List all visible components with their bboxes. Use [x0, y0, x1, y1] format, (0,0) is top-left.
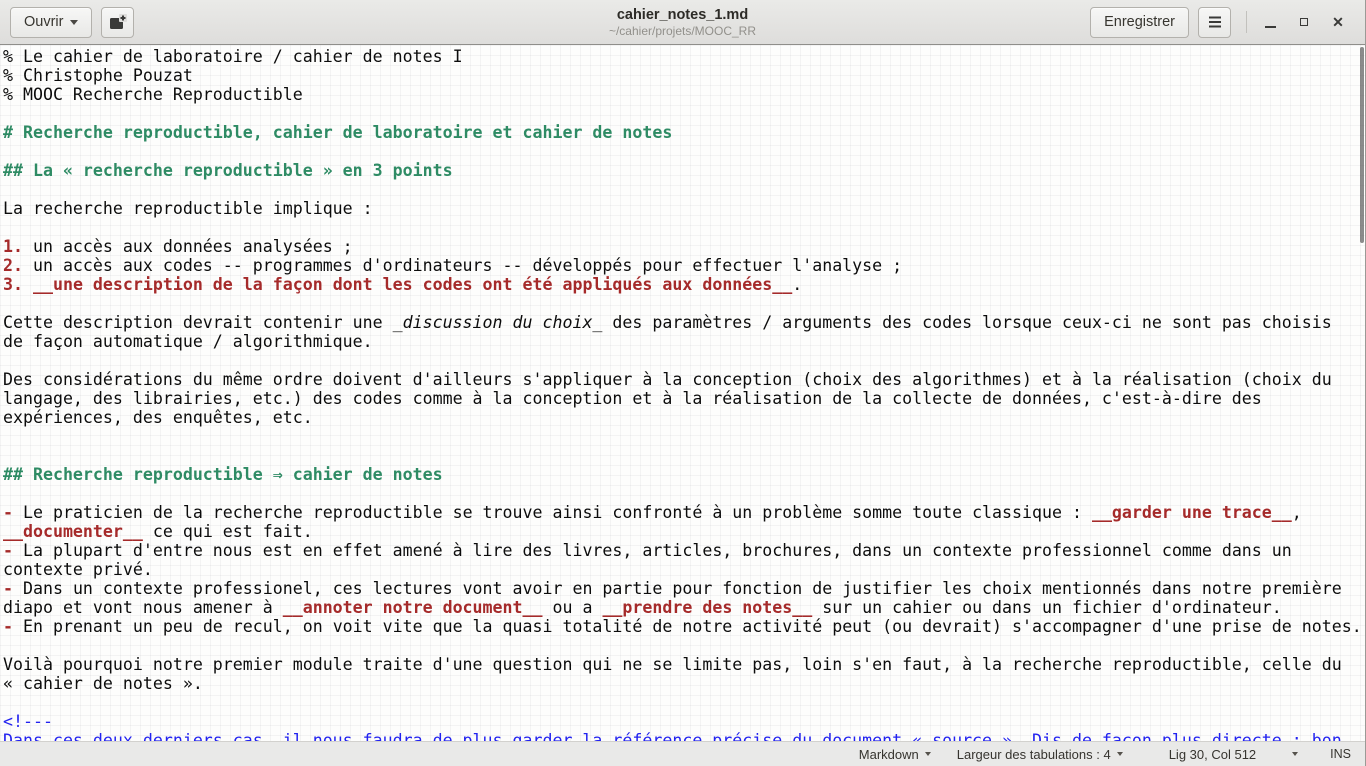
text-editor-area[interactable]: % Le cahier de laboratoire / cahier de n… — [0, 45, 1365, 741]
minimize-icon — [1265, 26, 1276, 28]
editor-line[interactable]: - La plupart d'entre nous est en effet a… — [3, 541, 1365, 560]
editor-line[interactable] — [3, 218, 1365, 237]
insert-mode-label: INS — [1330, 747, 1351, 761]
editor-line[interactable]: % MOOC Recherche Reproductible — [3, 85, 1365, 104]
tab-width-selector[interactable]: Largeur des tabulations : 4 — [957, 747, 1123, 762]
editor-line[interactable] — [3, 142, 1365, 161]
headerbar-separator — [1246, 11, 1247, 33]
editor-line[interactable]: Dans ces deux derniers cas, il nous faud… — [3, 731, 1365, 741]
editor-line[interactable]: % Le cahier de laboratoire / cahier de n… — [3, 47, 1365, 66]
close-icon: ✕ — [1332, 15, 1344, 29]
editor-line[interactable]: La recherche reproductible implique : — [3, 199, 1365, 218]
editor-line[interactable]: 3. __une description de la façon dont le… — [3, 275, 1365, 294]
editor-line[interactable]: % Christophe Pouzat — [3, 66, 1365, 85]
maximize-icon — [1300, 18, 1308, 26]
editor-line[interactable]: ## Recherche reproductible ⇒ cahier de n… — [3, 465, 1365, 484]
editor-line[interactable]: - Dans un contexte professionel, ces lec… — [3, 579, 1365, 598]
editor-line[interactable] — [3, 104, 1365, 123]
cursor-position-label: Lig 30, Col 512 — [1169, 747, 1256, 762]
file-path-subtitle: ~/cahier/projets/MOOC_RR — [609, 24, 756, 38]
tab-width-label: Largeur des tabulations : 4 — [957, 747, 1111, 762]
editor-line[interactable]: « cahier de notes ». — [3, 674, 1365, 693]
language-label: Markdown — [859, 747, 919, 762]
editor-line[interactable]: expériences, des enquêtes, etc. — [3, 408, 1365, 427]
chevron-down-icon — [925, 752, 931, 756]
editor-line[interactable] — [3, 484, 1365, 503]
vertical-scrollbar-thumb[interactable] — [1360, 47, 1364, 243]
headerbar-right: Enregistrer ✕ — [1081, 5, 1355, 39]
editor-line[interactable]: - Le praticien de la recherche reproduct… — [3, 503, 1365, 522]
headerbar: Ouvrir cahier_notes_1.md ~/cahier/projet… — [0, 0, 1365, 45]
editor-line[interactable]: 2. un accès aux codes -- programmes d'or… — [3, 256, 1365, 275]
chevron-down-icon — [1117, 752, 1123, 756]
headerbar-left: Ouvrir — [10, 7, 134, 38]
gedit-window: Ouvrir cahier_notes_1.md ~/cahier/projet… — [0, 0, 1366, 766]
save-button-label: Enregistrer — [1104, 14, 1175, 30]
statusbar: Markdown Largeur des tabulations : 4 Lig… — [0, 741, 1365, 766]
new-document-icon — [109, 14, 127, 30]
editor-line[interactable]: - En prenant un peu de recul, on voit vi… — [3, 617, 1365, 636]
open-button[interactable]: Ouvrir — [10, 7, 92, 38]
cursor-position-indicator[interactable]: Lig 30, Col 512 — [1169, 747, 1256, 762]
maximize-button[interactable] — [1287, 5, 1321, 39]
editor-line[interactable]: <!--- — [3, 712, 1365, 731]
insert-mode-indicator[interactable]: INS — [1330, 747, 1351, 761]
close-button[interactable]: ✕ — [1321, 5, 1355, 39]
editor-line[interactable]: langage, des librairies, etc.) des codes… — [3, 389, 1365, 408]
editor-line[interactable] — [3, 351, 1365, 370]
open-button-label: Ouvrir — [24, 14, 63, 30]
editor-line[interactable] — [3, 180, 1365, 199]
editor-line[interactable]: de façon automatique / algorithmique. — [3, 332, 1365, 351]
editor-line[interactable]: Cette description devrait contenir une _… — [3, 313, 1365, 332]
editor-line[interactable]: contexte privé. — [3, 560, 1365, 579]
editor-line[interactable]: Des considérations du même ordre doivent… — [3, 370, 1365, 389]
editor-line[interactable]: # Recherche reproductible, cahier de lab… — [3, 123, 1365, 142]
editor-line[interactable]: Voilà pourquoi notre premier module trai… — [3, 655, 1365, 674]
editor-line[interactable]: 1. un accès aux données analysées ; — [3, 237, 1365, 256]
chevron-down-icon — [70, 20, 78, 25]
editor-line[interactable] — [3, 693, 1365, 712]
window-title: cahier_notes_1.md — [617, 7, 748, 24]
editor-line[interactable]: ## La « recherche reproductible » en 3 p… — [3, 161, 1365, 180]
editor-line[interactable] — [3, 427, 1365, 446]
minimize-button[interactable] — [1253, 5, 1287, 39]
editor-line[interactable] — [3, 636, 1365, 655]
editor-line[interactable] — [3, 294, 1365, 313]
editor-line[interactable]: diapo et vont nous amener à __annoter no… — [3, 598, 1365, 617]
hamburger-menu-icon — [1207, 15, 1223, 29]
language-selector[interactable]: Markdown — [859, 747, 931, 762]
save-button[interactable]: Enregistrer — [1090, 7, 1189, 38]
menu-button[interactable] — [1198, 7, 1231, 38]
cursor-position-menu-caret[interactable] — [1292, 752, 1298, 756]
editor-line[interactable]: __documenter__ ce qui est fait. — [3, 522, 1365, 541]
editor-line[interactable] — [3, 446, 1365, 465]
new-document-button[interactable] — [101, 7, 134, 38]
